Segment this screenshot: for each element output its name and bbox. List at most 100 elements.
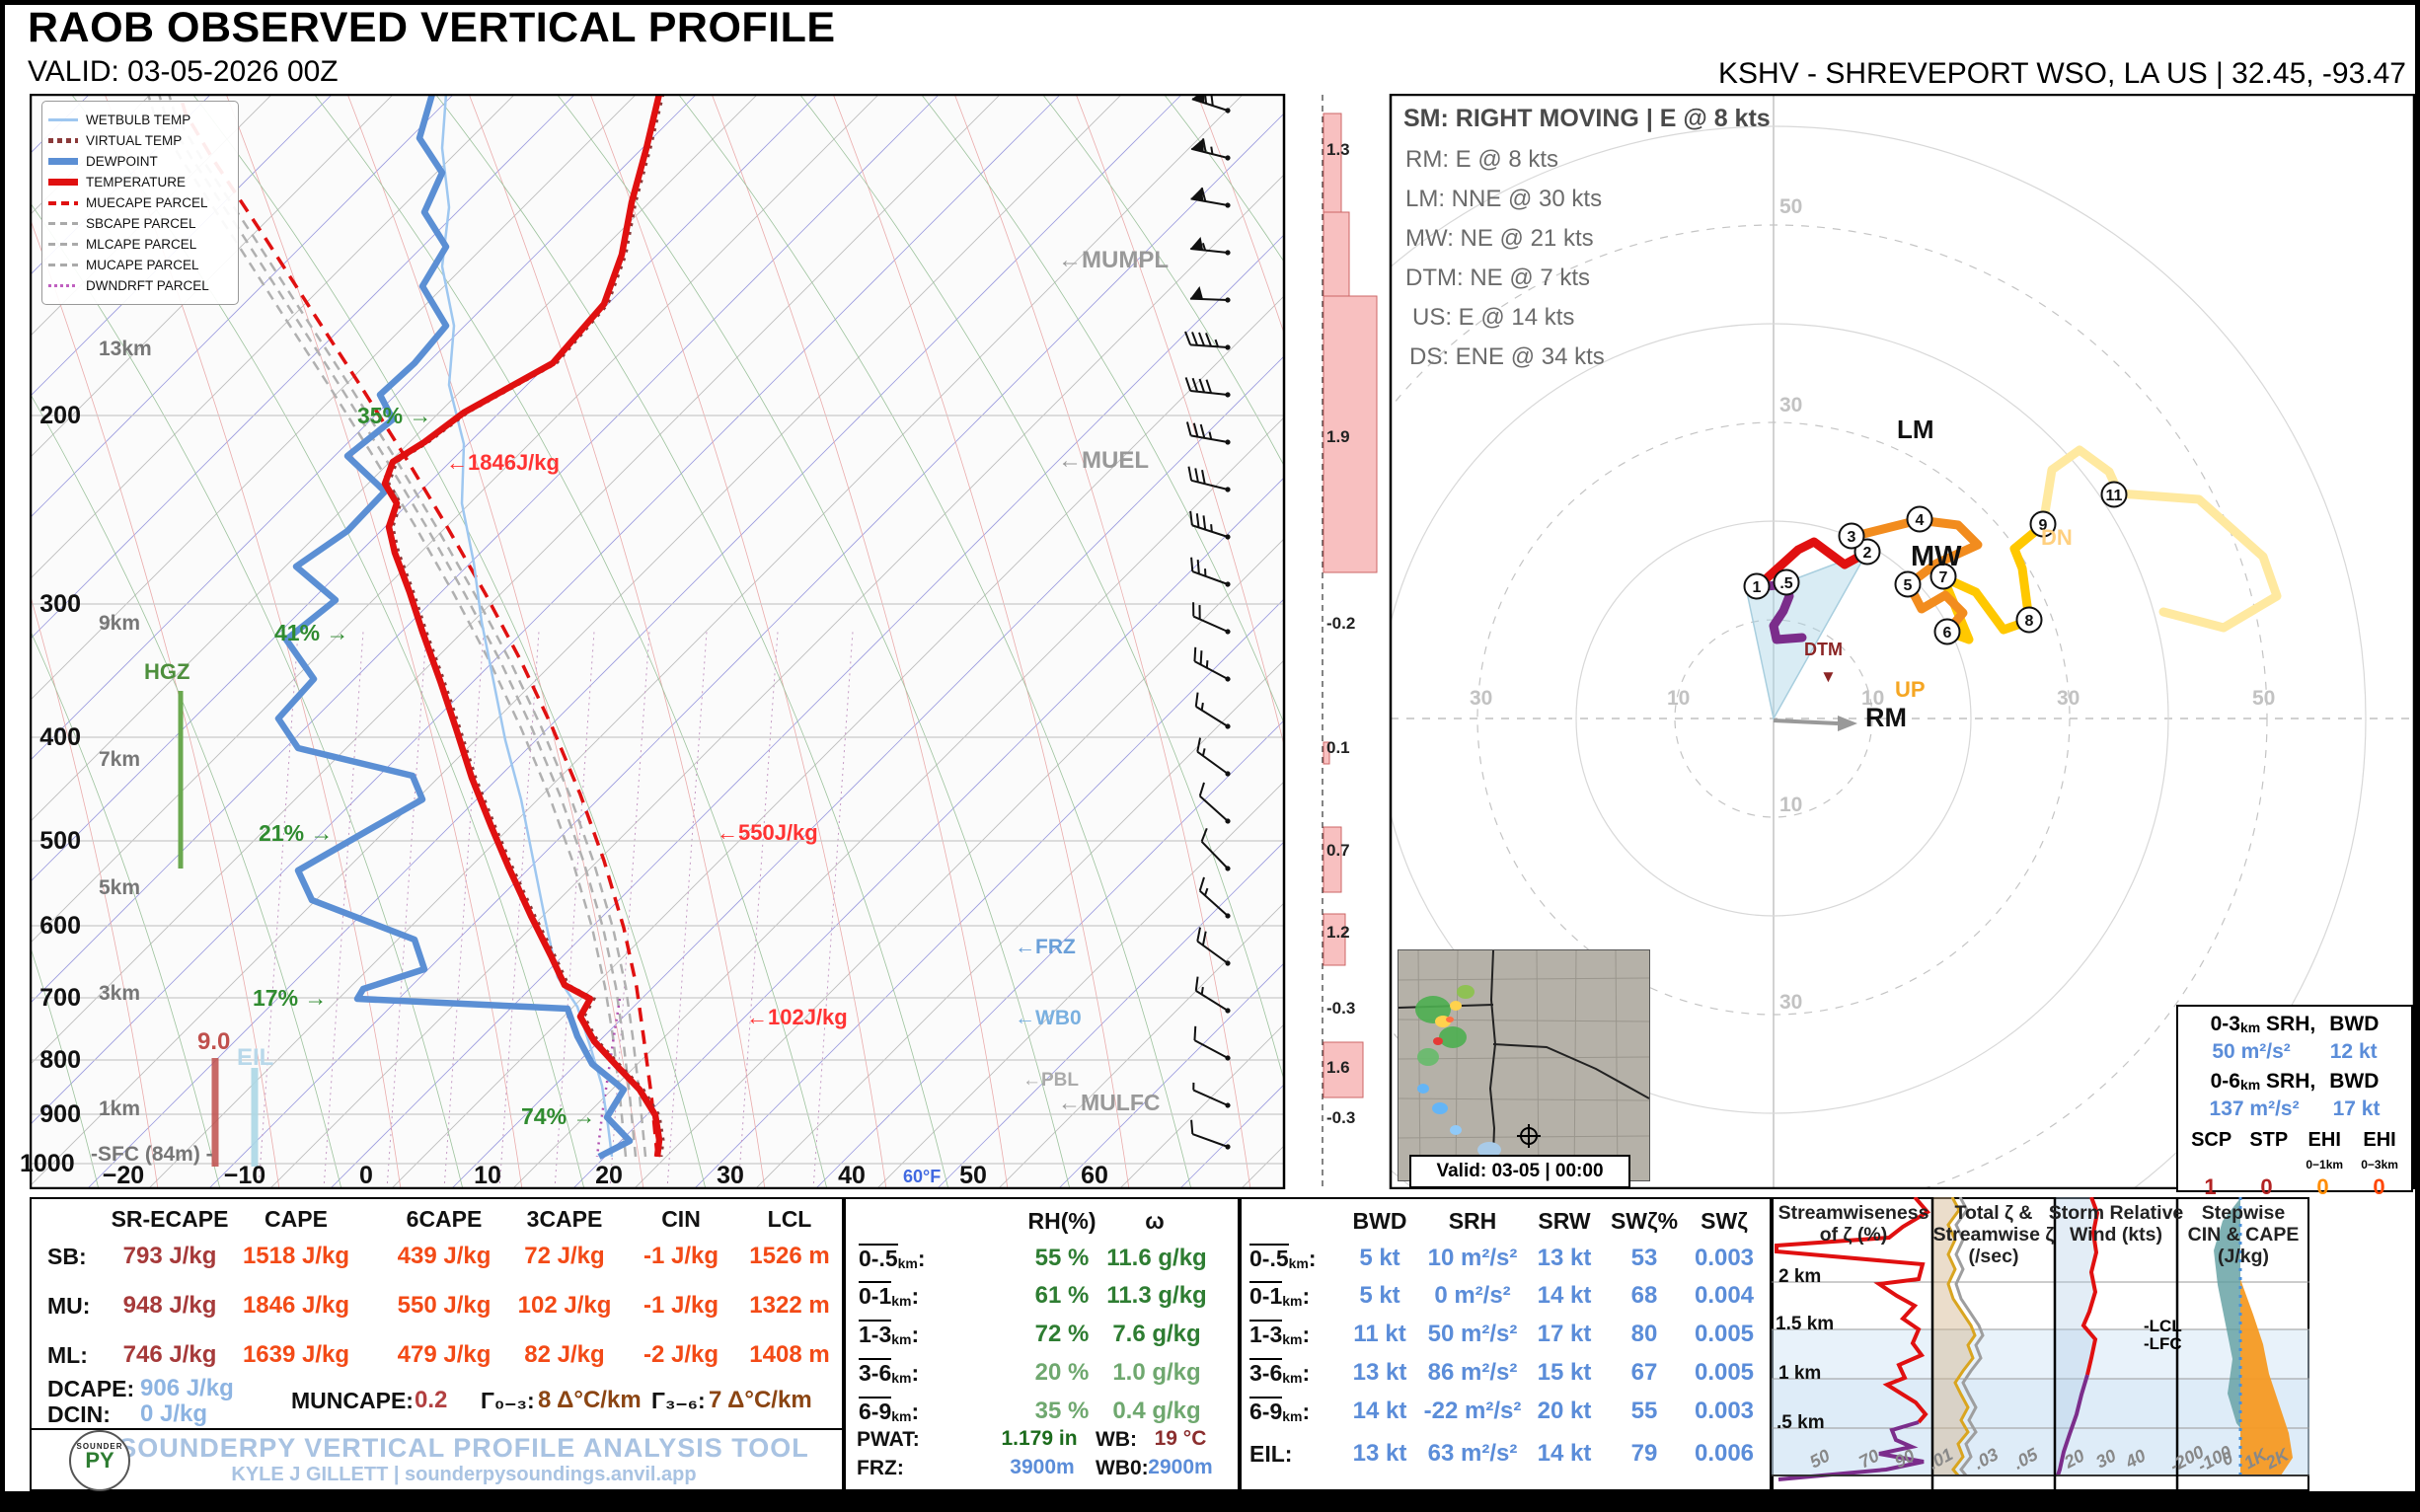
thermo-cell: -2 J/kg	[643, 1341, 718, 1369]
panel-ylabel: 2 km	[1778, 1266, 1821, 1288]
lcl-annotation: -LCL	[2144, 1317, 2182, 1336]
storm-motion-lm: LM: NNE @ 30 kts	[1405, 186, 1602, 213]
thermo-row-label: ML:	[47, 1342, 88, 1369]
omega-strip	[1323, 95, 1377, 1188]
kin-header: BWD	[1353, 1208, 1407, 1235]
kin-cell: 15 kt	[1538, 1359, 1592, 1387]
gamma-0-3-label: Γ₀₋₃:	[481, 1388, 535, 1414]
omega-bar-label: 0.7	[1326, 841, 1350, 861]
panel-ylabel: .5 km	[1777, 1412, 1825, 1434]
height-tick: 1km	[99, 1097, 140, 1121]
dcin-label: DCIN:	[47, 1401, 111, 1428]
legend-item: VIRTUAL TEMP	[48, 130, 232, 151]
kin-cell: 63 m²/s²	[1428, 1440, 1518, 1468]
svg-text:30: 30	[1470, 687, 1492, 710]
srh6-header: 0-6km SRH, BWD	[2182, 1070, 2407, 1094]
thermo-cell: -1 J/kg	[643, 1292, 718, 1320]
hgz-label: HGZ	[144, 659, 189, 685]
muncape-value: 0.2	[415, 1387, 447, 1414]
kin-header: SWζ%	[1611, 1208, 1678, 1235]
svg-text:1: 1	[1753, 579, 1762, 596]
svg-text:2: 2	[1863, 545, 1872, 562]
kin-cell: 0.005	[1695, 1359, 1754, 1387]
srh6-values: 137 m²/s² 17 kt	[2182, 1097, 2407, 1121]
gamma-0-3-value: 8 Δ°C/km	[538, 1387, 642, 1414]
omega-bar-label: 1.3	[1326, 140, 1350, 160]
temp-tick: 30	[717, 1162, 744, 1190]
thermo-cell: 1846 J/kg	[243, 1292, 349, 1320]
storm-motion-us: US: E @ 14 kts	[1412, 304, 1574, 332]
svg-text:30: 30	[1779, 394, 1802, 416]
panel4-title: StepwiseCIN & CAPE(J/kg)	[2188, 1202, 2300, 1267]
eil-bar-label: EIL	[237, 1044, 273, 1072]
kin-cell: 53	[1631, 1245, 1658, 1272]
temp-f-label: 60°F	[903, 1167, 941, 1187]
bottom-black-bar	[0, 1491, 2420, 1512]
height-tick: 9km	[99, 612, 140, 636]
rh-value: 61 %	[1035, 1282, 1090, 1310]
kin-cell: 86 m²/s²	[1428, 1359, 1518, 1387]
svg-text:4: 4	[1916, 512, 1925, 529]
dtm-marker-icon: ▼	[1820, 667, 1837, 687]
kin-row-label: 3-6km:	[1249, 1360, 1310, 1387]
pressure-tick: 1000	[20, 1150, 71, 1178]
pressure-tick: 600	[30, 912, 81, 941]
omega-bar-label: 1.9	[1326, 427, 1350, 447]
lm-point-label: LM	[1897, 415, 1934, 445]
lfc-annotation: -LFC	[2144, 1334, 2182, 1354]
kin-cell: 0 m²/s²	[1434, 1282, 1510, 1310]
kin-cell: 50 m²/s²	[1428, 1321, 1518, 1348]
thermo-row-label: MU:	[47, 1293, 90, 1320]
storm-motion-header: SM: RIGHT MOVING | E @ 8 kts	[1403, 105, 1771, 133]
temp-tick: 20	[595, 1162, 623, 1190]
kin-cell: 10 m²/s²	[1428, 1245, 1518, 1272]
pressure-tick: 800	[30, 1046, 81, 1075]
svg-text:6: 6	[1943, 625, 1952, 642]
svg-text:.5: .5	[1779, 575, 1792, 592]
temp-tick: 40	[838, 1162, 866, 1190]
muecape-line-icon	[48, 201, 78, 205]
legend-item: MLCAPE PARCEL	[48, 234, 232, 255]
cape-annotation: ←550J/kg	[717, 820, 818, 846]
thermo-cell: 1408 m	[749, 1341, 829, 1369]
srh-bwd-box: 0-3km SRH, BWD 50 m²/s² 12 kt 0-6km SRH,…	[2176, 1005, 2413, 1192]
muel-label: ←MUEL	[1058, 447, 1149, 475]
omega-value: 0.4 g/kg	[1112, 1398, 1200, 1425]
wb0-label: ←WB0	[1015, 1007, 1082, 1030]
pwat-label: PWAT:	[857, 1428, 920, 1452]
mumpl-label: ←MUMPL	[1058, 247, 1169, 274]
temp-tick: −20	[103, 1162, 144, 1190]
mulfc-label: ←MULFC	[1058, 1090, 1160, 1116]
page-title: RAOB OBSERVED VERTICAL PROFILE	[28, 4, 836, 52]
panel-ylabel: 1.5 km	[1776, 1314, 1834, 1335]
moisture-row-label: 0-1km:	[859, 1283, 919, 1310]
rh-value: 35 %	[1035, 1398, 1090, 1425]
legend-item: WETBULB TEMP	[48, 110, 232, 130]
thermo-header: LCL	[768, 1206, 812, 1233]
panel-ylabel: 1 km	[1778, 1363, 1821, 1385]
thermo-header: SR-ECAPE	[112, 1206, 229, 1233]
wb0-value: 2900m	[1148, 1456, 1212, 1479]
temp-tick: 0	[359, 1162, 373, 1190]
kin-cell: 14 kt	[1538, 1282, 1592, 1310]
height-tick: 13km	[99, 338, 152, 361]
thermo-cell: 1322 m	[749, 1292, 829, 1320]
cape-annotation: ←102J/kg	[746, 1005, 848, 1030]
svg-text:50: 50	[2252, 687, 2275, 710]
dcin-value: 0 J/kg	[140, 1400, 207, 1428]
omega-value: 11.6 g/kg	[1106, 1245, 1206, 1272]
rh-annotation: 17% →	[253, 985, 327, 1012]
temp-tick: 10	[474, 1162, 501, 1190]
moisture-row-label: 1-3km:	[859, 1322, 919, 1348]
omega-bar-label: -0.3	[1326, 1108, 1355, 1128]
kin-cell: 0.005	[1695, 1321, 1754, 1348]
rh-value: 72 %	[1035, 1321, 1090, 1348]
kin-header: SRW	[1538, 1208, 1590, 1235]
rm-label: RM	[1865, 703, 1907, 733]
up-label: UP	[1895, 677, 1926, 703]
kin-cell: 79	[1631, 1440, 1658, 1468]
temp-tick: 60	[1081, 1162, 1108, 1190]
sbcape-line-icon	[48, 222, 78, 225]
pbl-label: ←PBL	[1022, 1070, 1079, 1092]
kin-row-label: EIL:	[1249, 1441, 1292, 1468]
